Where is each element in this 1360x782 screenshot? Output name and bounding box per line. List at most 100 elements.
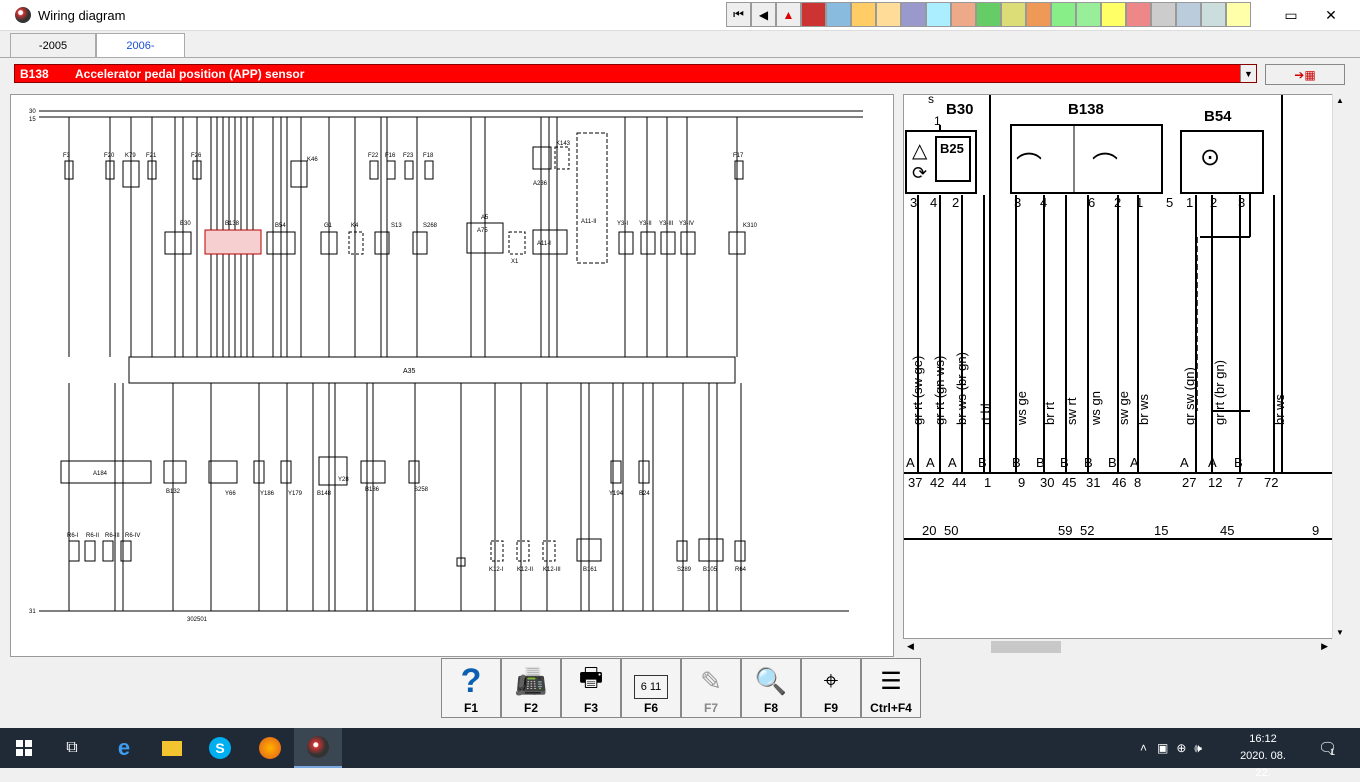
clock-date: 2020. 08. 22.: [1240, 750, 1286, 779]
rail-label-30: 30: [29, 109, 36, 115]
pin-label: s: [928, 95, 934, 106]
connector-letter: B: [978, 455, 987, 470]
wire-table-icon: 6 11: [634, 675, 668, 699]
component-label: A11-I: [537, 241, 551, 247]
task-view-icon[interactable]: ⧉: [48, 728, 96, 768]
f3-print-button[interactable]: 🖶 F3: [561, 658, 621, 718]
component-select[interactable]: B138 Accelerator pedal position (APP) se…: [14, 64, 1257, 83]
component-label: R6-I: [67, 533, 79, 539]
first-page-icon[interactable]: ⏮: [726, 2, 751, 27]
tool-icon-17[interactable]: [1226, 2, 1251, 27]
scroll-left-icon[interactable]: ◀: [907, 641, 914, 652]
component-label: G1: [324, 223, 333, 229]
tool-icon-3[interactable]: [876, 2, 901, 27]
tool-icon-4[interactable]: [901, 2, 926, 27]
tool-icon-16[interactable]: [1201, 2, 1226, 27]
pin-label: 6: [1088, 195, 1095, 210]
export-button[interactable]: ➔▦: [1265, 64, 1345, 85]
connector-letter: B: [1234, 455, 1243, 470]
taskbar: ⧉ e S ˄ ▣ ⊕ 🕪 16:12 2020. 08. 22. 🗨 1: [0, 728, 1360, 779]
component-label: A236: [533, 181, 548, 187]
component-label: R6-IV: [125, 533, 140, 539]
f6-wire-table-button[interactable]: 6 11 F6: [621, 658, 681, 718]
fuse-label: F20: [104, 153, 115, 159]
f1-help-button[interactable]: ? F1: [441, 658, 501, 718]
skype-icon[interactable]: S: [196, 728, 244, 768]
connector-pin: 7: [1236, 475, 1243, 490]
cycle-symbol: ⟳: [912, 163, 927, 183]
overview-diagram-svg: 30 15 31 F3 F20 F21 F26 F22 F16 F23 F18 …: [29, 109, 863, 623]
f8-zoom-button[interactable]: 🔍 F8: [741, 658, 801, 718]
tool-icon-9[interactable]: [1026, 2, 1051, 27]
notification-center[interactable]: 🗨 1: [1318, 728, 1337, 768]
component-label: S13: [391, 223, 402, 229]
tool-icon-12[interactable]: [1101, 2, 1126, 27]
tool-icon-2[interactable]: [851, 2, 876, 27]
pin-label: 1: [1136, 195, 1143, 210]
tool-icon-8[interactable]: [1001, 2, 1026, 27]
vehicle-icon[interactable]: [801, 2, 826, 27]
wire-color-label: gr rt (sw ge): [910, 356, 925, 425]
tab-2006[interactable]: 2006-: [96, 33, 185, 57]
tool-icon-5[interactable]: [926, 2, 951, 27]
speaker-icon[interactable]: 🕪: [1194, 741, 1202, 756]
globe-icon[interactable]: ⊕: [1176, 741, 1186, 755]
scroll-up-icon[interactable]: ▲: [1336, 96, 1344, 105]
vertical-scrollbar[interactable]: ▲ ▼: [1332, 94, 1348, 639]
connector-pin: 9: [1018, 475, 1025, 490]
tool-icon-14[interactable]: [1151, 2, 1176, 27]
tool-icon-7[interactable]: [976, 2, 1001, 27]
tool-icon-15[interactable]: [1176, 2, 1201, 27]
wiring-app-taskbar-icon[interactable]: [294, 728, 342, 768]
wire-color-label: sw ge: [1116, 391, 1131, 425]
pin-label: 3: [1238, 195, 1245, 210]
tool-icon-10[interactable]: [1051, 2, 1076, 27]
export-icon: ➔▦: [1294, 67, 1316, 82]
network-icon[interactable]: ▣: [1157, 741, 1168, 755]
close-icon[interactable]: ✕: [1308, 0, 1354, 31]
diagram-id: 302501: [187, 617, 208, 623]
component-b30-label: B30: [946, 101, 974, 118]
windows-start-icon[interactable]: [0, 728, 48, 768]
ctrl-f4-list-button[interactable]: ☰ Ctrl+F4: [861, 658, 921, 718]
scroll-thumb[interactable]: [991, 641, 1061, 653]
connector-pin: 37: [908, 475, 922, 490]
scroll-down-icon[interactable]: ▼: [1336, 628, 1344, 637]
detail-diagram-svg: s 1 B30 B138 B54 B25 △ ⟳ ⌒ ⌒ ⊙ 342346215…: [904, 95, 1333, 540]
tool-icon-11[interactable]: [1076, 2, 1101, 27]
detail-diagram[interactable]: s 1 B30 B138 B54 B25 △ ⟳ ⌒ ⌒ ⊙ 342346215…: [903, 94, 1346, 639]
overview-diagram[interactable]: 30 15 31 F3 F20 F21 F26 F22 F16 F23 F18 …: [10, 94, 894, 657]
horizontal-scrollbar[interactable]: ◀ ▶: [903, 639, 1332, 655]
connector-letter: B: [1012, 455, 1021, 470]
tab-2005[interactable]: -2005: [10, 33, 96, 57]
notification-count: 1: [1330, 747, 1336, 757]
component-b25-label: B25: [940, 141, 964, 156]
scroll-right-icon[interactable]: ▶: [1321, 641, 1328, 652]
f2-fax-button[interactable]: 📠 F2: [501, 658, 561, 718]
chevron-up-icon[interactable]: ˄: [1140, 741, 1147, 755]
pin-label: 4: [1040, 195, 1047, 210]
component-label: S258: [414, 487, 429, 493]
tool-icon-13[interactable]: [1126, 2, 1151, 27]
f7-pen-button[interactable]: ✎ F7: [681, 658, 741, 718]
connector-letter: A: [948, 455, 957, 470]
wire-color-label: br ws: [1272, 393, 1287, 425]
tool-icon-1[interactable]: [826, 2, 851, 27]
file-explorer-icon[interactable]: [148, 728, 196, 768]
tool-icon-6[interactable]: [951, 2, 976, 27]
pedal-sensor-1-symbol: ⌒: [1016, 151, 1042, 181]
chevron-down-icon[interactable]: ▼: [1240, 65, 1256, 82]
edge-icon[interactable]: e: [100, 728, 148, 768]
connector-pin: 42: [930, 475, 944, 490]
back-icon[interactable]: ◀: [751, 2, 776, 27]
warning-icon[interactable]: ▲: [776, 2, 801, 27]
pin-label: 5: [1166, 195, 1173, 210]
connector-letter: A: [1208, 455, 1217, 470]
f9-locate-button[interactable]: ⌖ F9: [801, 658, 861, 718]
clock[interactable]: 16:12 2020. 08. 22.: [1232, 731, 1294, 782]
connector-label: A35: [403, 368, 416, 375]
component-label: K12-I: [489, 567, 504, 573]
firefox-icon[interactable]: [246, 728, 294, 768]
clock-time: 16:12: [1249, 733, 1277, 745]
fax-icon: 📠: [514, 665, 548, 696]
